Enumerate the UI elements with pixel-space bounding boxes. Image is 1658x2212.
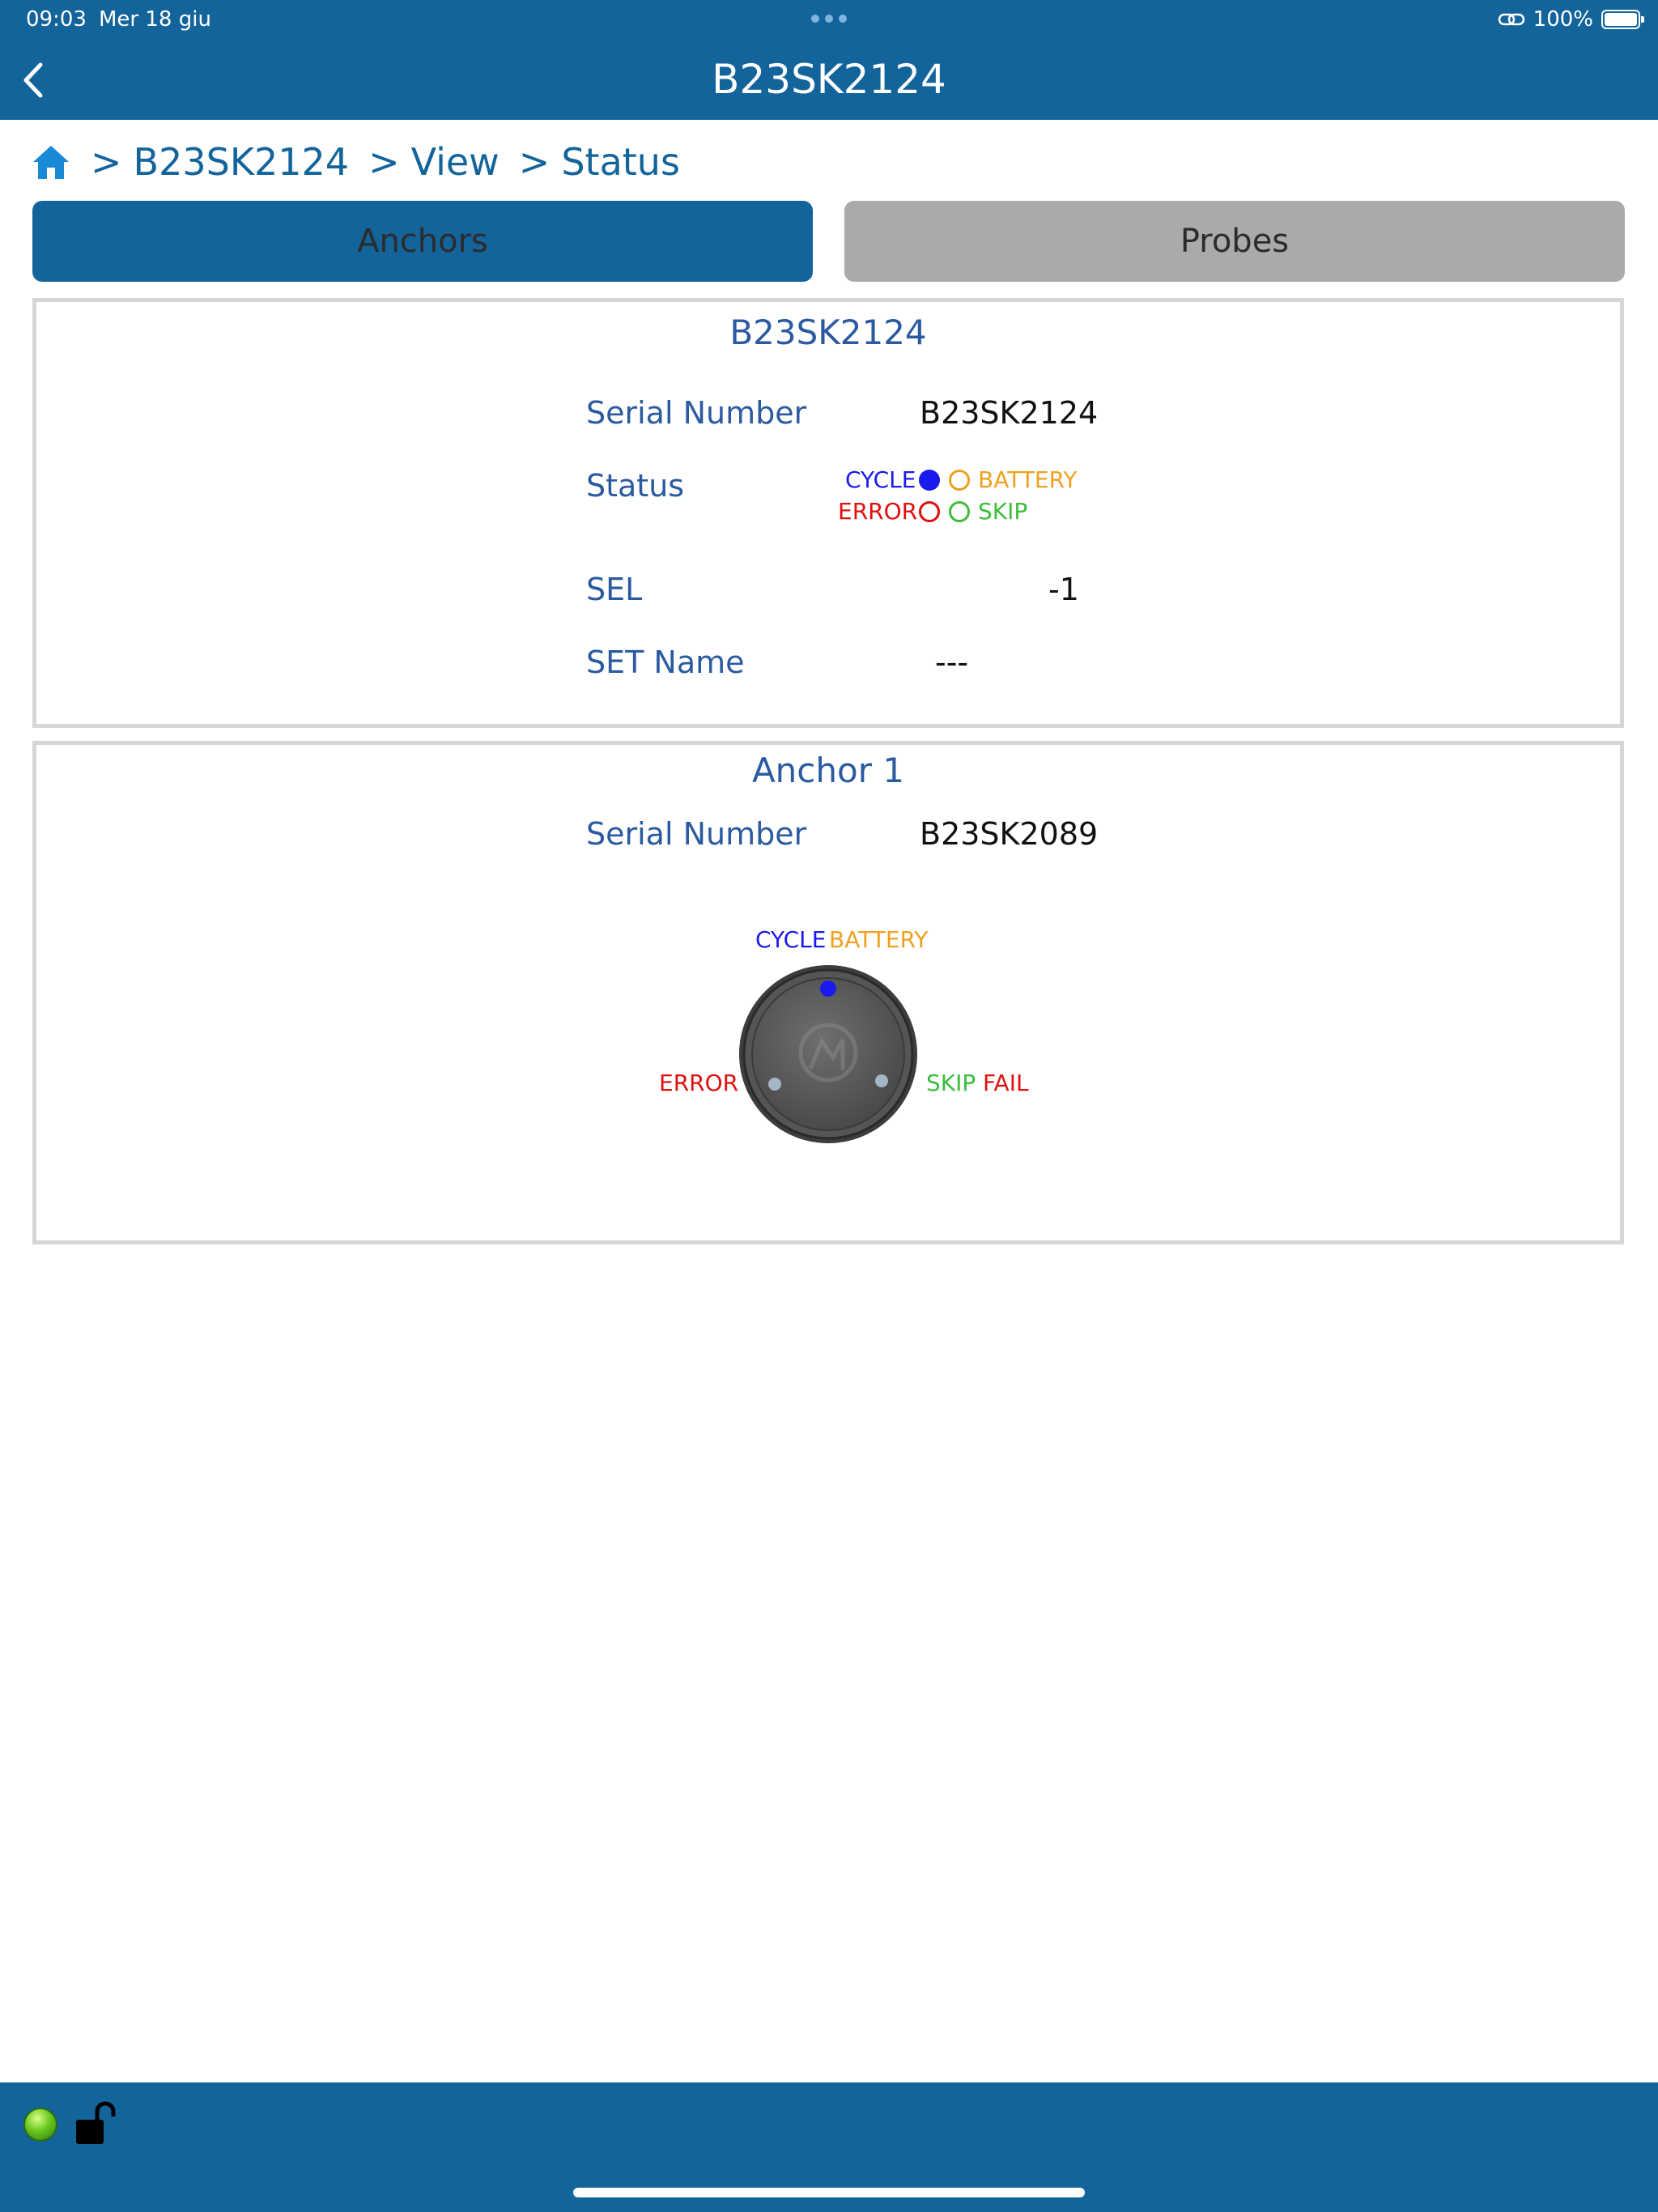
home-indicator[interactable]: [573, 2188, 1085, 2197]
battery-indicator-icon: [949, 470, 970, 491]
serial-number-value: B23SK2124: [920, 395, 1099, 431]
error-indicator-icon: [919, 501, 940, 522]
anchor-card: Anchor 1 Serial Number B23SK2089 CYCLE B…: [32, 741, 1624, 1244]
breadcrumb-status: Status: [561, 140, 680, 184]
status-battery-label: BATTERY: [978, 466, 1078, 493]
device-card-title: B23SK2124: [729, 313, 927, 352]
tab-probes[interactable]: Probes: [844, 201, 1625, 282]
battery-icon: [1601, 10, 1644, 29]
status-right: 100%: [1498, 5, 1644, 34]
anchor-serial-value: B23SK2089: [920, 816, 1099, 852]
status-date: Mer 18 giu: [99, 7, 211, 32]
breadcrumb-separator: >: [91, 140, 122, 184]
breadcrumb-device[interactable]: B23SK2124: [134, 140, 350, 184]
set-name-value: ---: [935, 644, 969, 680]
breadcrumb-separator: >: [518, 140, 551, 184]
sel-label: SEL: [586, 572, 643, 607]
breadcrumb-separator: >: [368, 140, 400, 184]
tab-anchors-label: Anchors: [357, 223, 488, 260]
anchor-card-title: Anchor 1: [751, 751, 905, 790]
breadcrumb: > B23SK2124 > View > Status: [31, 138, 695, 186]
anchor-cycle-led-icon: [820, 981, 836, 997]
status-skip-label: SKIP: [978, 498, 1028, 525]
set-name-label: SET Name: [586, 644, 745, 680]
tab-anchors[interactable]: Anchors: [32, 201, 813, 282]
anchor-error-led-icon: [768, 1078, 781, 1091]
serial-number-label: Serial Number: [586, 395, 807, 431]
sel-value: -1: [1048, 572, 1079, 607]
multitasking-dots-icon[interactable]: [811, 15, 847, 23]
anchor-error-label: ERROR: [659, 1070, 739, 1096]
device-card: B23SK2124 Serial Number B23SK2124 Status…: [32, 298, 1624, 728]
anchor-device-icon: [739, 965, 917, 1143]
unlock-icon[interactable]: [73, 2100, 118, 2149]
skip-indicator-icon: [949, 501, 970, 522]
battery-percent: 100%: [1533, 7, 1593, 32]
home-icon[interactable]: [31, 142, 71, 182]
page-title: B23SK2124: [712, 56, 946, 103]
anchor-fail-label: FAIL: [983, 1070, 1029, 1096]
anchor-serial-label: Serial Number: [586, 816, 807, 852]
cycle-indicator-icon: [919, 470, 940, 491]
top-bar: 09:03 Mer 18 giu 100% B23SK2124: [0, 0, 1658, 120]
status-time: 09:03: [26, 7, 87, 32]
anchor-skip-led-icon: [875, 1074, 888, 1087]
status-error-label: ERROR: [838, 498, 918, 525]
connection-status-icon: [23, 2108, 57, 2142]
anchor-cycle-label: CYCLE: [755, 926, 827, 953]
anchor-skip-label: SKIP: [926, 1070, 976, 1096]
anchor-battery-label: BATTERY: [829, 926, 929, 953]
bottom-bar: [0, 2082, 1658, 2212]
tab-probes-label: Probes: [1180, 223, 1290, 260]
link-icon: [1498, 13, 1524, 26]
breadcrumb-view[interactable]: View: [411, 140, 500, 184]
status-label: Status: [586, 468, 685, 504]
status-cycle-label: CYCLE: [845, 466, 916, 493]
